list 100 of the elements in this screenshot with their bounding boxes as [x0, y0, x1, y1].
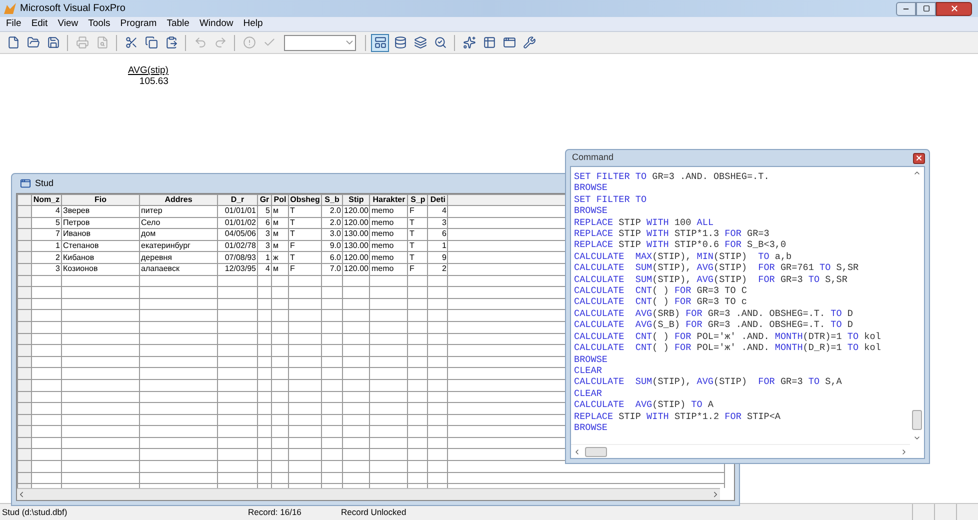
print-preview-icon: [96, 36, 108, 49]
table-cell: 7.0: [322, 263, 342, 276]
scroll-left-icon: [17, 490, 26, 499]
table-cell: м: [272, 206, 288, 218]
menu-item[interactable]: Edit: [31, 16, 48, 32]
column-header[interactable]: Pol: [272, 194, 288, 206]
undo-icon: [194, 36, 206, 49]
output-heading: AVG(stip): [128, 65, 168, 76]
table-cell: 4: [32, 206, 62, 218]
status-text: Record: 16/16: [248, 506, 302, 518]
table-cell: 5: [258, 206, 272, 218]
redo-icon: [214, 36, 226, 49]
scroll-thumb[interactable]: [585, 446, 607, 456]
paste-icon: [164, 36, 178, 49]
table-cell: екатеринбург: [140, 240, 218, 252]
restore-button[interactable]: [916, 2, 936, 16]
table-cell: F: [288, 263, 322, 276]
table-cell: дом: [140, 228, 218, 240]
table-cell: memo: [370, 228, 408, 240]
menu-item[interactable]: Tools: [88, 16, 110, 32]
table-cell: ж: [272, 252, 288, 264]
table-cell: Степанов: [62, 240, 140, 252]
code-line: CALCULATE AVG(STIP) TO A: [574, 399, 715, 411]
table-cell: T: [288, 217, 322, 229]
close-button[interactable]: [936, 2, 972, 16]
scroll-down-icon: [913, 434, 921, 442]
table-cell: T: [288, 228, 322, 240]
table-cell: 6.0: [322, 252, 342, 264]
table-cell: 7: [32, 228, 62, 240]
scroll-thumb[interactable]: [912, 410, 922, 430]
table-cell: 130.00: [342, 240, 370, 252]
menu-item[interactable]: Program: [120, 16, 157, 32]
horizontal-scrollbar[interactable]: [17, 488, 720, 500]
table-cell: memo: [370, 240, 408, 252]
table-cell: Козионов: [62, 263, 140, 276]
table-cell: Кибанов: [62, 252, 140, 264]
table-cell: 01/02/78: [218, 240, 258, 252]
table-cell: 2: [32, 252, 62, 264]
table-cell: алапаевск: [140, 263, 218, 276]
table-cell: 120.00: [342, 252, 370, 264]
table-cell: м: [272, 240, 288, 252]
column-header[interactable]: Nom_z: [32, 194, 62, 206]
code-line: CALCULATE SUM(STIP), AVG(STIP) FOR GR=3 TO S,SR: [574, 274, 848, 286]
table-cell: 4: [428, 206, 448, 218]
table-cell: м: [272, 217, 288, 229]
column-header[interactable]: Gr: [258, 194, 272, 206]
code-line: CALCULATE AVG(SRB) FOR GR=3 .AND. OBSHEG=.T. TO D: [574, 308, 854, 320]
table-cell: 5: [32, 217, 62, 229]
menu-item[interactable]: Window: [199, 16, 234, 32]
copy-icon: [144, 36, 158, 49]
column-header[interactable]: Stip: [342, 194, 370, 206]
column-header[interactable]: Deti: [428, 194, 448, 206]
table-cell: 12/03/95: [218, 263, 258, 276]
status-text: Record Unlocked: [341, 506, 408, 518]
exclamation-icon: [242, 36, 256, 49]
new-file-icon: [6, 36, 20, 49]
column-header[interactable]: Harakter: [370, 194, 408, 206]
printer-icon: [76, 36, 88, 49]
window-title: Microsoft Visual FoxPro: [20, 2, 126, 16]
code-line: CALCULATE CNT( ) FOR GR=3 TO C: [574, 285, 748, 296]
code-line: CALCULATE MAX(STIP), MIN(STIP) TO a,b: [574, 250, 793, 262]
window-title: Command: [572, 151, 614, 164]
database-icon: [394, 36, 406, 49]
code-line: CALCULATE AVG(S_B) FOR GR=3 .AND. OBSHEG=.T. TO D: [574, 319, 854, 331]
table-cell: memo: [370, 217, 408, 229]
toolbar-button[interactable]: [371, 34, 389, 52]
column-header[interactable]: D_r: [218, 194, 258, 206]
table-cell: питер: [140, 206, 218, 218]
restore-icon: [922, 5, 930, 12]
column-header[interactable]: S_b: [322, 194, 342, 206]
window-title: Stud: [35, 176, 54, 190]
table-cell: 2.0: [322, 206, 342, 218]
column-header[interactable]: S_p: [408, 194, 428, 206]
column-header[interactable]: Fio: [62, 194, 140, 206]
status-text: Stud (d:\stud.dbf): [1, 506, 68, 518]
table-cell: м: [272, 263, 288, 276]
combo-box[interactable]: [284, 34, 356, 50]
table-cell: 01/01/02: [218, 217, 258, 229]
table-cell: м: [272, 228, 288, 240]
table-cell: 3: [428, 217, 448, 229]
code-line: BROWSE: [574, 422, 608, 434]
table-cell: 4: [258, 263, 272, 276]
table-cell: Иванов: [62, 228, 140, 240]
code-line: CALCULATE SUM(STIP), AVG(STIP) FOR GR=3 TO S,A: [574, 376, 843, 388]
output-value: 105.63: [139, 76, 168, 87]
scroll-up-icon: [913, 169, 921, 177]
close-icon: [950, 4, 958, 13]
column-header[interactable]: Addres: [140, 194, 218, 206]
code-line: CALCULATE CNT( ) FOR GR=3 TO c: [574, 296, 748, 308]
code-line: REPLACE STIP WITH STIP*1.3 FOR GR=3: [574, 228, 770, 240]
close-button[interactable]: [913, 152, 925, 164]
table-cell: T: [288, 252, 322, 264]
menu-item[interactable]: Help: [243, 16, 263, 32]
menu-item[interactable]: File: [6, 16, 22, 32]
scroll-right-icon: [711, 490, 720, 499]
menu-item[interactable]: View: [58, 16, 78, 32]
menu-item[interactable]: Table: [166, 16, 190, 32]
table-cell: 07/08/93: [218, 252, 258, 264]
column-header[interactable]: Obsheg: [288, 194, 322, 206]
close-icon: [915, 154, 923, 162]
